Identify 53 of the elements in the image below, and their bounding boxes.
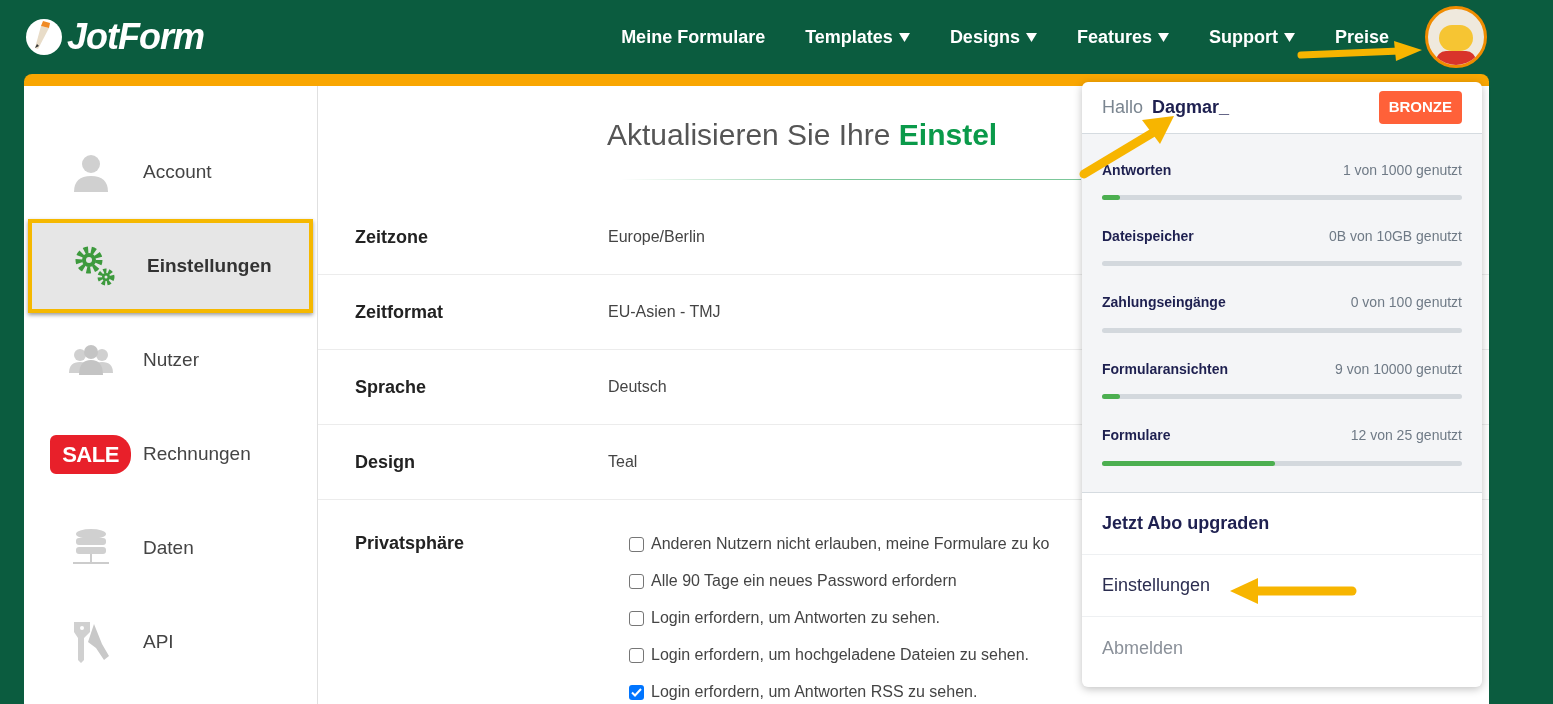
checkbox[interactable] xyxy=(629,684,644,700)
greeting-text: Hallo xyxy=(1102,96,1144,119)
people-icon xyxy=(68,345,113,375)
setting-value: Deutsch xyxy=(608,377,667,397)
checkbox-label: Anderen Nutzern nicht erlauben, meine Formulare zu ko xyxy=(651,534,1050,554)
usage-reading: 0B von 10GB genutzt xyxy=(1328,226,1462,246)
checkbox-label: Login erfordern, um Antworten zu sehen. xyxy=(651,608,941,628)
setting-label: Zeitformat xyxy=(355,300,444,324)
usage-reading: 9 von 10000 genutzt xyxy=(1335,359,1462,379)
username: Dagmar_ xyxy=(1152,96,1230,119)
sidebar-item[interactable]: Einstellungen xyxy=(28,219,313,313)
setting-value: EU-Asien - TMJ xyxy=(608,302,721,322)
menu-link[interactable]: Einstellungen xyxy=(1102,572,1211,599)
sidebar-item[interactable]: Nutzer xyxy=(24,313,317,407)
nav-link[interactable]: Designs xyxy=(949,23,1037,51)
setting-value: Europe/Berlin xyxy=(608,227,705,247)
sidebar-item[interactable]: Account xyxy=(24,125,317,219)
checkbox[interactable] xyxy=(629,647,644,663)
checkbox-label: Login erfordern, um Antworten RSS zu sehen. xyxy=(651,682,978,702)
usage-label: Dateispeicher xyxy=(1102,226,1194,246)
usage-reading: 0 von 100 genutzt xyxy=(1350,293,1462,313)
sale-badge: SALE xyxy=(50,434,131,474)
setting-label: Zeitzone xyxy=(355,225,429,249)
page-title: Aktualisieren Sie Ihre Einstel xyxy=(607,117,998,153)
nav-link[interactable]: Meine Formulare xyxy=(621,23,766,51)
sidebar-item[interactable]: Daten xyxy=(24,501,317,595)
menu-link[interactable]: Jetzt Abo upgraden xyxy=(1102,510,1270,537)
gears-icon xyxy=(73,245,116,287)
nav-link[interactable]: Features xyxy=(1076,23,1169,51)
nav-link[interactable]: Preise xyxy=(1334,23,1389,51)
setting-value: Teal xyxy=(608,452,638,472)
setting-label: Sprache xyxy=(355,375,428,399)
plan-badge: BRONZE xyxy=(1378,91,1462,124)
nav-link[interactable]: Support xyxy=(1208,23,1295,51)
setting-label: Privatsphäre xyxy=(355,532,466,555)
usage-label: Formulare xyxy=(1102,426,1171,446)
checkbox[interactable] xyxy=(629,610,644,626)
sidebar-item[interactable]: API xyxy=(24,595,317,689)
keys-icon xyxy=(71,620,110,664)
checkbox[interactable] xyxy=(629,573,644,589)
nav-link[interactable]: Templates xyxy=(805,23,910,51)
setting-label: Design xyxy=(355,450,416,474)
usage-reading: 12 von 25 genutzt xyxy=(1350,426,1462,446)
checkbox[interactable] xyxy=(629,536,644,552)
usage-reading: 1 von 1000 genutzt xyxy=(1342,160,1462,180)
brand-name[interactable]: JotForm xyxy=(67,10,204,64)
checkbox-label: Alle 90 Tage ein neues Password erfordern xyxy=(651,571,957,591)
usage-label: Zahlungseingänge xyxy=(1102,293,1226,313)
sidebar-item[interactable]: SALE Rechnungen xyxy=(24,407,317,501)
logo-icon xyxy=(25,18,63,56)
usage-label: Formularansichten xyxy=(1102,359,1229,379)
checkbox-label: Login erfordern, um hochgeladene Dateien zu sehen. xyxy=(651,645,1030,665)
usage-label: Antworten xyxy=(1102,160,1172,180)
